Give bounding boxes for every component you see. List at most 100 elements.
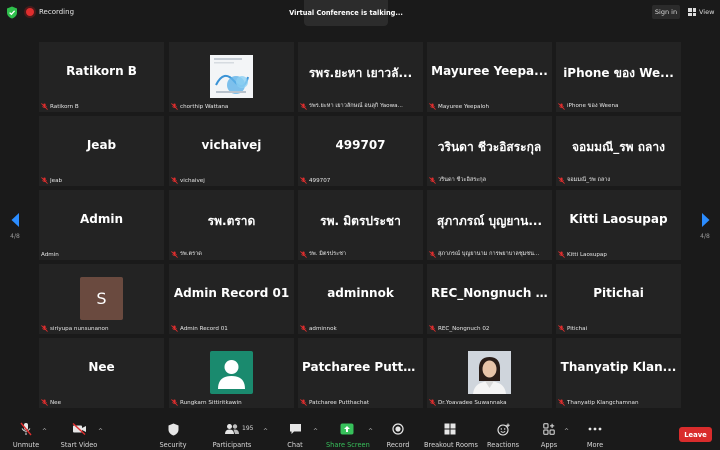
participant-tile[interactable]: รพร.ยะหา เยาวลั... รพร.ยะหา เยาวลักษณ์ อ… [298,42,423,112]
participants-label: Participants [212,441,252,449]
participant-display-name: vichaivej [201,138,262,152]
participant-display-name: iPhone ของ We... [563,66,674,80]
chevron-up-icon: ^ [98,428,104,435]
more-dots-icon [588,427,602,431]
start-video-label: Start Video [60,441,98,449]
participant-name-label: Admin [41,252,59,258]
participant-display-name: adminnok [327,286,394,300]
next-page-button[interactable]: 4/8 [698,213,712,240]
participant-display-name: Jeab [86,138,117,152]
chevron-up-icon: ^ [42,428,48,435]
participant-tile[interactable]: Kitti Laosupap Kitti Laosupap [556,190,681,260]
shield-icon[interactable] [6,6,18,19]
unmute-label: Unmute [12,441,40,449]
active-speaker-banner: Virtual Conference is talking... [289,0,403,26]
recording-indicator[interactable]: Recording [26,5,74,19]
participant-tile[interactable]: vichaivej vichaivej [169,116,294,186]
participant-tile[interactable]: รพ.ตราด รพ.ตราด [169,190,294,260]
sign-in-button[interactable]: Sign in [652,5,680,19]
muted-mic-icon [558,325,565,332]
muted-mic-icon [558,251,565,258]
participant-tile[interactable]: iPhone ของ We... iPhone ของ Weena [556,42,681,112]
participant-name-label: Thanyatip Klangchamnan [558,399,639,406]
breakout-rooms-button[interactable]: Breakout Rooms [424,422,478,449]
more-button[interactable]: More [583,422,607,449]
participant-name-label: Ratikorn B [41,103,79,110]
participant-display-name: Patcharee Putth... [302,360,423,374]
participant-tile[interactable]: S siriyupa nunsunanon [39,264,164,334]
muted-mic-icon [171,325,178,332]
muted-mic-icon [300,250,307,258]
start-video-button[interactable]: Start Video [56,422,102,449]
previous-page-button[interactable]: 4/8 [8,213,22,240]
participant-profile-photo [468,351,511,394]
participant-tile[interactable]: 499707 499707 [298,116,423,186]
chevron-up-icon: ^ [368,428,374,435]
participant-display-name: รพ.ตราด [207,214,256,228]
participant-display-name: REC_Nongnuch ... [431,286,550,300]
leave-meeting-button[interactable]: Leave [679,427,712,442]
participant-name-label: chorthip Wattana [171,103,228,110]
participant-tile[interactable]: Jeab Jeab [39,116,164,186]
participant-display-name: วรินดา ชีวะอิสระกุล [437,140,542,154]
participant-tile[interactable]: Dr.Yoavadee Suwannaka [427,338,552,408]
unmute-button[interactable]: Unmute [8,422,44,449]
participant-name-label: REC_Nongnuch 02 [429,325,489,332]
participant-display-name: Admin [79,212,124,226]
participant-name-label: รพ. มิตรประชา [300,250,346,258]
participant-display-name: Mayuree Yeepa... [431,64,548,78]
participant-name-label: จอมมณี_รพ ถลาง [558,176,610,184]
participant-display-name: สุภาภรณ์ บุญยาน... [436,214,543,228]
participant-tile[interactable]: chorthip Wattana [169,42,294,112]
muted-mic-icon [171,177,178,184]
avatar-initial: S [80,277,123,320]
participant-tile[interactable]: REC_Nongnuch ... REC_Nongnuch 02 [427,264,552,334]
muted-mic-icon [429,103,436,110]
muted-mic-icon [429,325,436,332]
participant-display-name: Nee [88,360,115,374]
participant-tile[interactable]: รพ. มิตรประชา รพ. มิตรประชา [298,190,423,260]
participant-tile[interactable]: Mayuree Yeepa... Mayuree Yeepaloh [427,42,552,112]
participant-tile[interactable]: จอมมณี_รพ ถลาง จอมมณี_รพ ถลาง [556,116,681,186]
participant-video-thumbnail [210,55,253,98]
participant-tile[interactable]: วรินดา ชีวะอิสระกุล วรินดา ชีวะอิสระกุล [427,116,552,186]
record-label: Record [386,441,410,449]
record-icon [392,423,404,435]
participant-name-label: วรินดา ชีวะอิสระกุล [429,176,486,184]
participant-tile[interactable]: Rungkarn Sittiritkawin [169,338,294,408]
participant-name-label: Dr.Yoavadee Suwannaka [429,399,507,406]
record-button[interactable]: Record [385,422,411,449]
participant-tile[interactable]: adminnok adminnok [298,264,423,334]
participant-display-name: Ratikorn B [66,64,137,78]
participant-tile[interactable]: Pitichai Pitichai [556,264,681,334]
participant-tile[interactable]: สุภาภรณ์ บุญยาน... สุภาภรณ์ บุญยานาม การ… [427,190,552,260]
participant-name-label: Kitti Laosupap [558,251,607,258]
share-screen-button[interactable]: Share Screen [326,422,370,449]
chat-button[interactable]: Chat [284,422,306,449]
participant-tile[interactable]: Ratikorn B Ratikorn B [39,42,164,112]
participant-name-label: Admin Record 01 [171,325,228,332]
apps-button[interactable]: Apps [539,422,559,449]
muted-mic-icon [171,250,178,258]
participant-tile[interactable]: Patcharee Putth... Patcharee Putthachat [298,338,423,408]
breakout-rooms-icon [444,423,456,435]
page-indicator-left: 4/8 [10,233,20,240]
security-button[interactable]: Security [158,422,188,449]
participant-tile[interactable]: Thanyatip Klan... Thanyatip Klangchamnan [556,338,681,408]
muted-mic-icon [41,103,48,110]
chat-label: Chat [287,441,303,449]
chevron-up-icon: ^ [564,428,570,435]
participant-name-label: Patcharee Putthachat [300,399,369,406]
participant-tile[interactable]: Admin Record 01 Admin Record 01 [169,264,294,334]
participant-name-label: vichaivej [171,177,205,184]
participant-name-label: Rungkarn Sittiritkawin [171,399,242,406]
page-indicator-right: 4/8 [700,233,710,240]
microphone-muted-icon [20,422,32,436]
muted-mic-icon [41,177,48,184]
default-avatar-icon [210,351,253,394]
participants-icon [225,424,239,434]
participant-tile[interactable]: Admin Admin [39,190,164,260]
reactions-button[interactable]: Reactions [487,422,519,449]
view-button[interactable]: View [688,5,714,19]
participant-tile[interactable]: Nee Nee [39,338,164,408]
